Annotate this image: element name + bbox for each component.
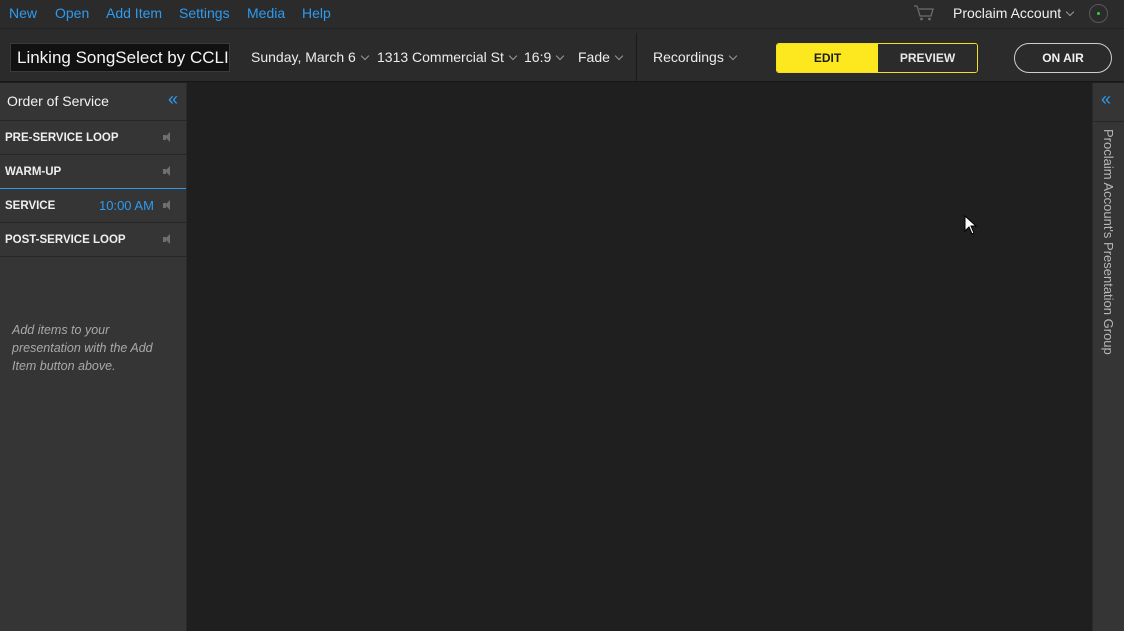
aspect-ratio-dropdown[interactable]: 16:9 bbox=[524, 49, 565, 65]
preview-button[interactable]: PREVIEW bbox=[878, 44, 977, 72]
section-service[interactable]: SERVICE 10:00 AM bbox=[0, 189, 186, 223]
menu-add-item[interactable]: Add Item bbox=[106, 5, 162, 21]
date-dropdown[interactable]: Sunday, March 6 bbox=[251, 49, 370, 65]
presentation-group-panel: « Proclaim Account's Presentation Group bbox=[1092, 83, 1124, 631]
rail-divider bbox=[1093, 121, 1124, 122]
recordings-dropdown[interactable]: Recordings bbox=[653, 49, 738, 65]
speaker-icon[interactable] bbox=[163, 132, 171, 143]
toolbar: Linking SongSelect by CCLI Sunday, March… bbox=[0, 28, 1124, 83]
location-label: 1313 Commercial St bbox=[377, 49, 504, 65]
on-air-button[interactable]: ON AIR bbox=[1014, 43, 1112, 73]
menu-open[interactable]: Open bbox=[55, 5, 89, 21]
double-chevron-left-icon[interactable]: « bbox=[168, 89, 178, 109]
menu-help[interactable]: Help bbox=[302, 5, 331, 21]
order-of-service-panel: Order of Service « PRE-SERVICE LOOP WARM… bbox=[0, 83, 187, 631]
account-menu[interactable]: Proclaim Account bbox=[953, 5, 1075, 21]
location-dropdown[interactable]: 1313 Commercial St bbox=[377, 49, 518, 65]
toolbar-divider bbox=[636, 33, 637, 83]
menu-bar: New Open Add Item Settings Media Help Pr… bbox=[0, 0, 1124, 28]
speaker-icon[interactable] bbox=[163, 166, 171, 177]
mouse-cursor-icon bbox=[964, 215, 978, 235]
panel-title: Order of Service bbox=[7, 93, 109, 109]
chevron-down-icon bbox=[1065, 7, 1075, 17]
recordings-label: Recordings bbox=[653, 49, 724, 65]
aspect-label: 16:9 bbox=[524, 49, 552, 65]
chevron-down-icon bbox=[508, 51, 518, 61]
panel-header: Order of Service « bbox=[0, 83, 186, 121]
section-warm-up[interactable]: WARM-UP bbox=[0, 155, 186, 189]
chevron-down-icon bbox=[360, 51, 370, 61]
section-post-service-loop[interactable]: POST-SERVICE LOOP bbox=[0, 223, 186, 257]
chevron-down-icon bbox=[556, 51, 565, 61]
date-label: Sunday, March 6 bbox=[251, 49, 356, 65]
section-label: SERVICE bbox=[5, 200, 56, 212]
empty-hint: Add items to your presentation with the … bbox=[12, 323, 153, 373]
editor-canvas[interactable] bbox=[188, 83, 1092, 631]
service-time[interactable]: 10:00 AM bbox=[99, 198, 154, 213]
section-label: PRE-SERVICE LOOP bbox=[5, 132, 119, 144]
edit-button[interactable]: EDIT bbox=[777, 44, 878, 72]
chevron-down-icon bbox=[728, 51, 738, 61]
online-status-icon[interactable] bbox=[1089, 4, 1108, 23]
presentation-group-label[interactable]: Proclaim Account's Presentation Group bbox=[1101, 129, 1116, 355]
transition-label: Fade bbox=[578, 49, 610, 65]
menu-settings[interactable]: Settings bbox=[179, 5, 230, 21]
double-chevron-left-icon[interactable]: « bbox=[1101, 89, 1111, 109]
section-label: WARM-UP bbox=[5, 166, 62, 178]
presentation-title-field[interactable]: Linking SongSelect by CCLI bbox=[10, 43, 230, 72]
edit-preview-toggle: EDIT PREVIEW bbox=[776, 43, 978, 73]
menu-new[interactable]: New bbox=[9, 5, 37, 21]
account-label: Proclaim Account bbox=[953, 5, 1062, 21]
speaker-icon[interactable] bbox=[163, 234, 171, 245]
transition-dropdown[interactable]: Fade bbox=[578, 49, 624, 65]
section-pre-service-loop[interactable]: PRE-SERVICE LOOP bbox=[0, 121, 186, 155]
speaker-icon[interactable] bbox=[163, 200, 171, 211]
cart-icon[interactable] bbox=[913, 4, 935, 22]
chevron-down-icon bbox=[614, 51, 624, 61]
section-label: POST-SERVICE LOOP bbox=[5, 234, 126, 246]
menu-media[interactable]: Media bbox=[247, 5, 285, 21]
